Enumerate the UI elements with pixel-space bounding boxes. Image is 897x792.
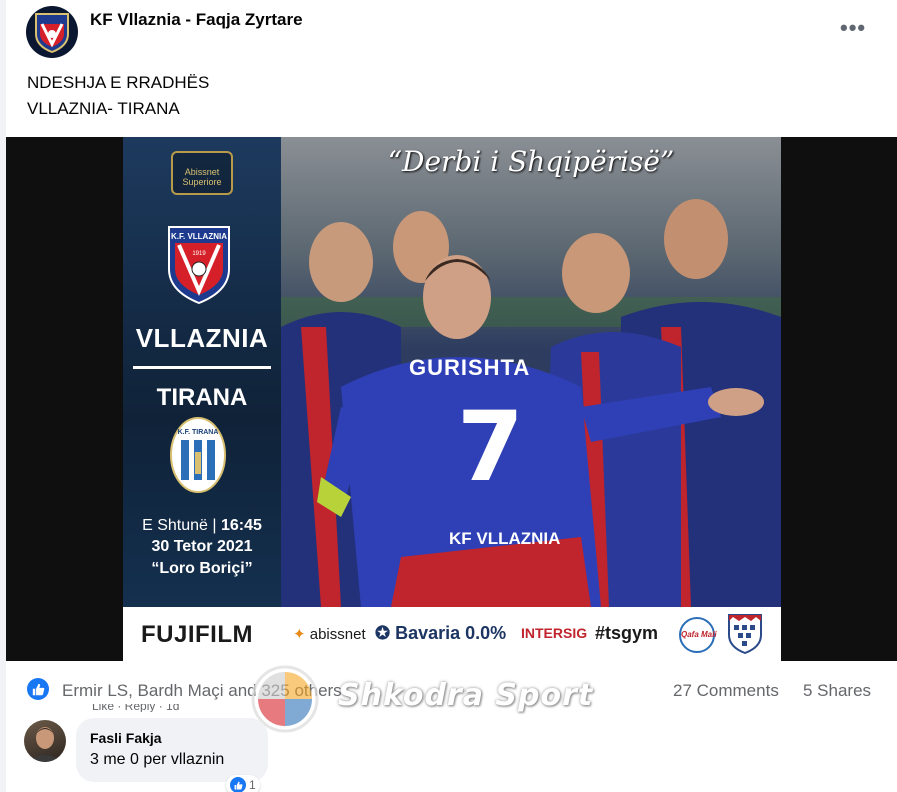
- user-avatar-icon: [28, 727, 62, 762]
- match-day: E Shtunë | 16:45: [123, 517, 281, 535]
- post-text: NDESHJA E RRADHËS VLLAZNIA- TIRANA: [27, 70, 209, 122]
- shares-count-link[interactable]: 5 Shares: [803, 681, 871, 701]
- facebook-post: KF Vllaznia - Faqja Zyrtare ••• NDESHJA …: [6, 0, 897, 792]
- comment-reaction-count: 1: [249, 778, 256, 792]
- tirana-crest-icon: K.F. TIRANA: [170, 417, 226, 493]
- team-divider: [133, 366, 271, 369]
- poster-title: “Derbi i Shqipërisë”: [387, 145, 675, 178]
- crest-label: K.F. VLLAZNIA: [171, 232, 227, 241]
- thumbs-up-icon: [234, 781, 243, 789]
- reactors-link[interactable]: Ermir LS, Bardh Maçi and 325 others: [62, 681, 342, 701]
- crest-year: 1919: [192, 251, 206, 257]
- sponsor-abissnet: ✦ abissnet: [293, 625, 366, 643]
- crest-label: K.F. TIRANA: [178, 429, 219, 436]
- superiore-league-logo: Abissnet Superiore: [171, 151, 233, 195]
- abissnet-logo-icon: ✦: [293, 626, 306, 643]
- comment-text: 3 me 0 per vllaznin: [90, 751, 225, 768]
- match-time: 16:45: [220, 517, 262, 534]
- thumbs-up-icon: [32, 683, 44, 695]
- sponsor-intersig: INTERSIG: [521, 625, 588, 641]
- bavaria-crest-icon: ✪: [375, 623, 391, 643]
- sponsor-abissnet-label: abissnet: [309, 626, 366, 643]
- post-stats: Ermir LS, Bardh Maçi and 325 others 27 C…: [6, 672, 897, 708]
- comment-author-link[interactable]: Fasli Fakja: [90, 730, 254, 746]
- match-stadium: “Loro Boriçi”: [151, 560, 253, 577]
- shkodra-shield-icon: [728, 614, 762, 655]
- jersey-name: GURISHTA: [409, 355, 531, 380]
- vllaznia-crest-icon: [35, 13, 69, 54]
- home-team-name: VLLAZNIA: [135, 323, 269, 353]
- commenter-avatar[interactable]: [24, 720, 66, 762]
- sponsor-qafa-mali: Qafa Mali: [679, 617, 717, 653]
- match-day-label: E Shtunë |: [142, 517, 217, 534]
- page-avatar[interactable]: [26, 6, 78, 58]
- sponsor-tsgym: #tsgym: [595, 623, 659, 643]
- away-team-name: TIRANA: [156, 384, 248, 411]
- sponsor-bar: FUJIFILM ✦ abissnet ✪ Bavaria 0.0% INTER…: [123, 607, 781, 661]
- previous-comment-actions: Like · Reply · 1d: [92, 704, 180, 712]
- sponsor-shield: [727, 613, 763, 660]
- more-options-icon[interactable]: •••: [840, 17, 866, 39]
- match-poster: Abissnet Superiore K.F. VLLAZNIA 1919 VL…: [123, 137, 781, 661]
- poster-info-panel: Abissnet Superiore K.F. VLLAZNIA 1919 VL…: [123, 137, 281, 607]
- jersey-club: KF VLLAZNIA: [449, 529, 561, 548]
- post-text-line: NDESHJA E RRADHËS: [27, 73, 210, 92]
- comment-reactions[interactable]: 1: [226, 775, 260, 792]
- sponsor-bavaria: ✪ Bavaria 0.0%: [375, 623, 506, 644]
- like-reaction-icon[interactable]: [27, 678, 49, 700]
- comments-count-link[interactable]: 27 Comments: [673, 681, 779, 701]
- like-reaction-icon: [230, 777, 246, 792]
- post-image[interactable]: Abissnet Superiore K.F. VLLAZNIA 1919 VL…: [6, 137, 897, 661]
- sponsor-bavaria-label: Bavaria 0.0%: [395, 623, 507, 643]
- post-text-line: VLLAZNIA- TIRANA: [27, 99, 180, 118]
- page-name-link[interactable]: KF Vllaznia - Faqja Zyrtare: [90, 10, 303, 30]
- vllaznia-crest-icon: K.F. VLLAZNIA 1919: [168, 226, 230, 305]
- sponsor-fujifilm: FUJIFILM: [141, 621, 253, 648]
- comment-bubble: Fasli Fakja 3 me 0 per vllaznin: [76, 718, 268, 782]
- jersey-number: 7: [457, 391, 524, 503]
- match-date: 30 Tetor 2021: [151, 538, 253, 555]
- players-photo: “Derbi i Shqipërisë” GURISHTA 7 KF VLLAZ…: [281, 137, 781, 607]
